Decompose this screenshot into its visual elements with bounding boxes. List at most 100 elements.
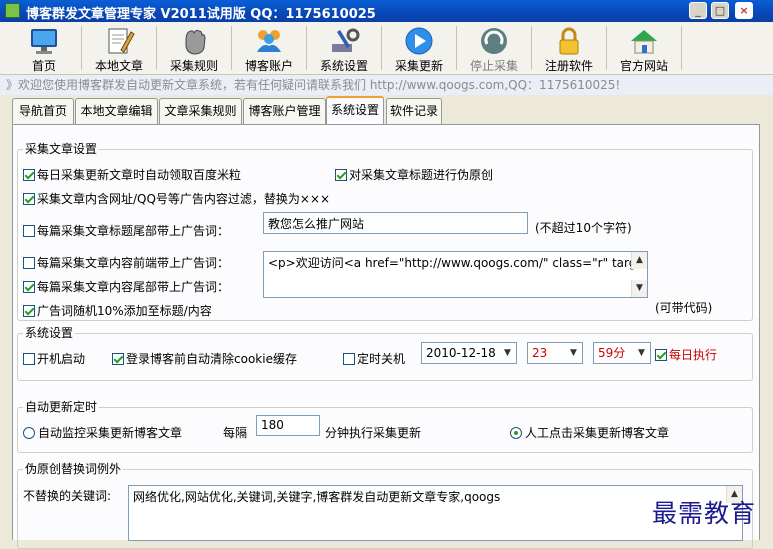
chevron-down-icon[interactable]: ▼ [500, 344, 515, 362]
toolbar-official-site-button[interactable]: 官方网站 [614, 22, 674, 74]
users-icon [257, 30, 281, 52]
toolbar-collect-update-label: 采集更新 [394, 59, 443, 73]
daily-execute-checkbox[interactable]: 每日执行 [655, 346, 717, 363]
clear-cookie-checkbox[interactable]: 登录博客前自动清除cookie缓存 [112, 350, 297, 367]
exception-words-title: 伪原创替换词例外 [23, 460, 124, 477]
document-pen-icon [108, 28, 135, 54]
toolbar-stop-collect-button[interactable]: 停止采集 [464, 22, 524, 74]
hour-select[interactable]: 23 ▼ [527, 342, 583, 364]
exception-words-label: 不替换的关键词: [23, 489, 112, 503]
scroll-up-arrow[interactable]: ▲ [631, 252, 647, 269]
minute-select[interactable]: 59分 ▼ [593, 342, 651, 364]
tools-icon [332, 28, 360, 52]
filter-ads-checkbox[interactable]: 采集文章内含网址/QQ号等广告内容过滤，替换为××× [23, 190, 330, 207]
toolbar-separator [306, 26, 307, 70]
checkbox-box[interactable] [23, 305, 35, 317]
daily-execute-label: 每日执行 [669, 348, 718, 362]
lock-icon [559, 27, 579, 55]
date-picker[interactable]: 2010-12-18 ▼ [421, 342, 517, 364]
filter-ads-label: 采集文章内含网址/QQ号等广告内容过滤，替换为××× [37, 192, 331, 206]
content-head-ad-checkbox[interactable]: 每篇采集文章内容前端带上广告词： [23, 254, 229, 271]
collect-settings-title: 采集文章设置 [23, 140, 100, 157]
chevron-down-icon[interactable]: ▼ [634, 344, 649, 362]
scroll-down-arrow[interactable]: ▼ [631, 280, 647, 297]
toolbar-register-label: 注册软件 [544, 59, 593, 73]
checkbox-box[interactable] [23, 353, 35, 365]
manual-radio[interactable]: 人工点击采集更新博客文章 [510, 424, 669, 441]
title-bar: 博客群发文章管理专家 V2011试用版 QQ：1175610025 _ □ × [0, 0, 773, 22]
home-icon [631, 30, 657, 54]
pseudo-title-checkbox[interactable]: 对采集文章标题进行伪原创 [335, 166, 493, 183]
toolbar-system-settings-button[interactable]: 系统设置 [314, 22, 374, 74]
tab-local-article-edit[interactable]: 本地文章编辑 [75, 98, 158, 124]
interval-prefix: 每隔 [223, 426, 248, 440]
auto-monitor-label: 自动监控采集更新博客文章 [38, 426, 183, 440]
window-title: 博客群发文章管理专家 V2011试用版 QQ：1175610025 [26, 7, 376, 22]
toolbar-home-label: 首页 [31, 59, 56, 73]
exception-words-text: 网络优化,网站优化,关键词,关键字,博客群发自动更新文章专家,qoogs [133, 490, 501, 504]
tab-blog-accounts[interactable]: 博客账户管理 [243, 98, 326, 124]
random-ad-label: 广告词随机10%添加至标题/内容 [37, 304, 212, 318]
minimize-button[interactable]: _ [689, 2, 707, 19]
daily-baidu-checkbox[interactable]: 每日采集更新文章时自动领取百度米粒 [23, 166, 241, 183]
random-ad-checkbox[interactable]: 广告词随机10%添加至标题/内容 [23, 302, 212, 319]
toolbar-separator [606, 26, 607, 70]
play-icon [405, 27, 433, 55]
toolbar-separator [156, 26, 157, 70]
title-ad-hint: (不超过10个字符) [535, 221, 632, 235]
shutdown-checkbox[interactable]: 定时关机 [343, 350, 405, 367]
main-toolbar: 首页 本地文章 采集规则 博客账户 系统设置 采集更新 停止采集 注册软件 官方… [0, 22, 773, 75]
autostart-checkbox[interactable]: 开机启动 [23, 350, 85, 367]
toolbar-collect-rules-button[interactable]: 采集规则 [164, 22, 224, 74]
checkbox-box[interactable] [23, 225, 35, 237]
checkbox-box[interactable] [343, 353, 355, 365]
toolbar-separator [381, 26, 382, 70]
checkbox-box[interactable] [112, 353, 124, 365]
checkbox-box[interactable] [23, 169, 35, 181]
toolbar-local-articles-label: 本地文章 [94, 59, 143, 73]
content-ad-textarea[interactable]: <p>欢迎访问<a href="http://www.qoogs.com/" c… [263, 251, 648, 298]
checkbox-box[interactable] [23, 281, 35, 293]
close-button[interactable]: × [735, 2, 753, 19]
interval-input[interactable]: 180 [256, 415, 320, 436]
tab-system-settings[interactable]: 系统设置 [326, 96, 384, 125]
title-tail-ad-checkbox[interactable]: 每篇采集文章标题尾部带上广告词： [23, 222, 229, 239]
schedule-title: 自动更新定时 [23, 398, 100, 415]
toolbar-separator [231, 26, 232, 70]
toolbar-separator [531, 26, 532, 70]
title-ad-input[interactable]: 教您怎么推广网站 [263, 212, 528, 234]
content-tail-ad-checkbox[interactable]: 每篇采集文章内容尾部带上广告词： [23, 278, 229, 295]
chevron-down-icon[interactable]: ▼ [566, 344, 581, 362]
welcome-marquee: 》欢迎您使用博客群发自动更新文章系统，若有任何疑问请联系我们 http://ww… [0, 75, 773, 95]
checkbox-box[interactable] [335, 169, 347, 181]
toolbar-collect-rules-label: 采集规则 [169, 59, 218, 73]
toolbar-system-settings-label: 系统设置 [319, 59, 368, 73]
maximize-button[interactable]: □ [711, 2, 729, 19]
tab-collect-rules[interactable]: 文章采集规则 [159, 98, 242, 124]
daily-baidu-label: 每日采集更新文章时自动领取百度米粒 [37, 168, 242, 182]
radio-circle[interactable] [510, 427, 522, 439]
toolbar-blog-accounts-button[interactable]: 博客账户 [239, 22, 299, 74]
toolbar-home-button[interactable]: 首页 [14, 22, 74, 74]
manual-label: 人工点击采集更新博客文章 [525, 426, 670, 440]
shutdown-label: 定时关机 [357, 352, 406, 366]
radio-circle[interactable] [23, 427, 35, 439]
code-hint: (可带代码) [655, 301, 713, 315]
clear-cookie-label: 登录博客前自动清除cookie缓存 [126, 352, 297, 366]
content-ad-text: <p>欢迎访问<a href="http://www.qoogs.com/" c… [268, 256, 647, 270]
toolbar-local-articles-button[interactable]: 本地文章 [89, 22, 149, 74]
toolbar-blog-accounts-label: 博客账户 [244, 59, 293, 73]
stop-refresh-icon [481, 28, 507, 54]
exception-words-textarea[interactable]: 网络优化,网站优化,关键词,关键字,博客群发自动更新文章专家,qoogs ▲ [128, 485, 743, 541]
tab-software-log[interactable]: 软件记录 [386, 98, 442, 124]
settings-panel: 采集文章设置 每日采集更新文章时自动领取百度米粒 对采集文章标题进行伪原创 采集… [12, 124, 760, 549]
tab-home[interactable]: 导航首页 [12, 98, 74, 124]
checkbox-box[interactable] [23, 257, 35, 269]
auto-monitor-radio[interactable]: 自动监控采集更新博客文章 [23, 424, 182, 441]
interval-suffix: 分钟执行采集更新 [325, 426, 422, 440]
checkbox-box[interactable] [655, 349, 667, 361]
checkbox-box[interactable] [23, 193, 35, 205]
toolbar-register-button[interactable]: 注册软件 [539, 22, 599, 74]
title-tail-ad-label: 每篇采集文章标题尾部带上广告词： [37, 224, 230, 238]
toolbar-collect-update-button[interactable]: 采集更新 [389, 22, 449, 74]
